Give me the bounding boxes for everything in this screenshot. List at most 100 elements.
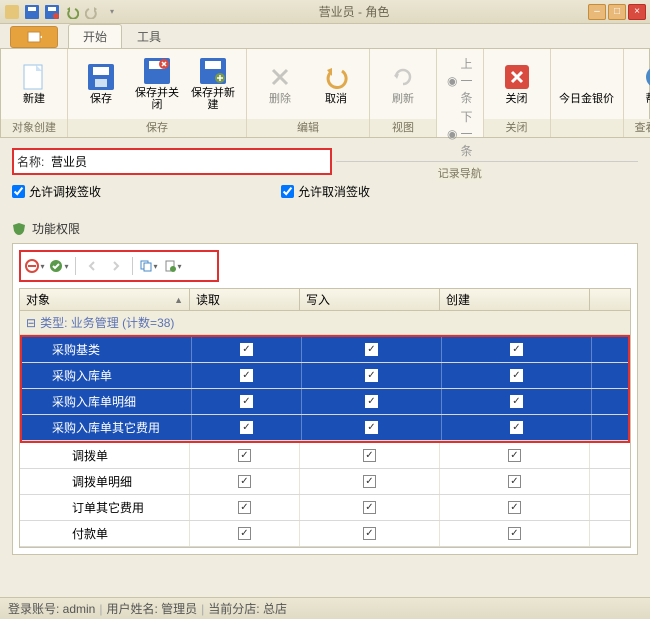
qat-dropdown-icon[interactable]: ▾ bbox=[104, 4, 120, 20]
cell-write[interactable] bbox=[302, 337, 442, 362]
checkbox-icon[interactable] bbox=[240, 369, 253, 382]
checkbox-icon[interactable] bbox=[365, 369, 378, 382]
cell-write[interactable] bbox=[300, 495, 440, 520]
group-header-row[interactable]: ⊟ 类型: 业务管理 (计数=38) bbox=[20, 311, 630, 335]
undo-icon bbox=[322, 63, 350, 91]
checkbox-icon[interactable] bbox=[510, 395, 523, 408]
allow-all-button[interactable] bbox=[48, 255, 70, 277]
save-close-button[interactable]: 保存并关闭 bbox=[130, 51, 184, 117]
checkbox-icon[interactable] bbox=[365, 343, 378, 356]
qat-saveclose-icon[interactable] bbox=[44, 4, 60, 20]
col-object[interactable]: 对象▲ bbox=[20, 289, 190, 310]
checkbox-icon[interactable] bbox=[508, 527, 521, 540]
table-row[interactable]: 采购入库单明细 bbox=[22, 389, 628, 415]
checkbox-icon[interactable] bbox=[510, 421, 523, 434]
cell-create[interactable] bbox=[442, 415, 592, 440]
group-close-label: 关闭 bbox=[484, 119, 550, 137]
checkbox-icon[interactable] bbox=[238, 449, 251, 462]
save-new-button[interactable]: 保存并新建 bbox=[186, 51, 240, 117]
status-user: 用户姓名: 管理员 bbox=[106, 600, 197, 617]
cell-read[interactable] bbox=[190, 469, 300, 494]
copy-button[interactable] bbox=[138, 255, 160, 277]
checkbox-icon[interactable] bbox=[238, 527, 251, 540]
qat-undo-icon[interactable] bbox=[64, 4, 80, 20]
delete-icon bbox=[266, 63, 294, 91]
maximize-button[interactable]: □ bbox=[608, 4, 626, 20]
cell-read[interactable] bbox=[192, 337, 302, 362]
tab-start[interactable]: 开始 bbox=[68, 24, 122, 48]
checkbox-icon[interactable] bbox=[363, 501, 376, 514]
col-create[interactable]: 创建 bbox=[440, 289, 590, 310]
allow-transfer-checkbox[interactable]: 允许调拨签收 bbox=[12, 183, 101, 200]
table-row[interactable]: 调拨单 bbox=[20, 443, 630, 469]
refresh-icon bbox=[389, 63, 417, 91]
app-menu-button[interactable] bbox=[10, 26, 58, 48]
col-write[interactable]: 写入 bbox=[300, 289, 440, 310]
cell-write[interactable] bbox=[300, 443, 440, 468]
cell-read[interactable] bbox=[192, 389, 302, 414]
cell-create[interactable] bbox=[442, 389, 592, 414]
paste-button[interactable] bbox=[162, 255, 184, 277]
cell-read[interactable] bbox=[190, 521, 300, 546]
cell-write[interactable] bbox=[302, 415, 442, 440]
cell-read[interactable] bbox=[192, 415, 302, 440]
table-row[interactable]: 调拨单明细 bbox=[20, 469, 630, 495]
title-bar: ▾ 营业员 - 角色 – □ × bbox=[0, 0, 650, 24]
cell-create[interactable] bbox=[440, 495, 590, 520]
help-icon: ? bbox=[643, 63, 650, 91]
new-button[interactable]: 新建 bbox=[7, 51, 61, 117]
close-record-button[interactable]: 关闭 bbox=[490, 51, 544, 117]
cell-write[interactable] bbox=[300, 521, 440, 546]
cell-read[interactable] bbox=[192, 363, 302, 388]
checkbox-icon[interactable] bbox=[238, 501, 251, 514]
save-close-icon bbox=[143, 57, 171, 85]
close-button[interactable]: × bbox=[628, 4, 646, 20]
grid-header: 对象▲ 读取 写入 创建 bbox=[20, 289, 630, 311]
checkbox-icon[interactable] bbox=[365, 395, 378, 408]
cell-read[interactable] bbox=[190, 443, 300, 468]
checkbox-icon[interactable] bbox=[365, 421, 378, 434]
checkbox-icon[interactable] bbox=[510, 369, 523, 382]
minimize-button[interactable]: – bbox=[588, 4, 606, 20]
checkbox-icon[interactable] bbox=[363, 527, 376, 540]
gold-price-button[interactable]: 今日金银价 bbox=[557, 51, 617, 117]
name-input[interactable] bbox=[51, 155, 327, 169]
checkbox-icon[interactable] bbox=[240, 395, 253, 408]
save-button[interactable]: 保存 bbox=[74, 51, 128, 117]
cell-read[interactable] bbox=[190, 495, 300, 520]
help-button[interactable]: ?帮助 bbox=[630, 51, 650, 117]
col-read[interactable]: 读取 bbox=[190, 289, 300, 310]
cell-write[interactable] bbox=[300, 469, 440, 494]
cancel-button[interactable]: 取消 bbox=[309, 51, 363, 117]
cell-create[interactable] bbox=[440, 469, 590, 494]
table-row[interactable]: 采购基类 bbox=[22, 337, 628, 363]
checkbox-icon[interactable] bbox=[508, 449, 521, 462]
checkbox-icon[interactable] bbox=[510, 343, 523, 356]
checkbox-icon[interactable] bbox=[238, 475, 251, 488]
table-row[interactable]: 采购入库单 bbox=[22, 363, 628, 389]
checkbox-icon[interactable] bbox=[508, 475, 521, 488]
checkbox-icon[interactable] bbox=[363, 449, 376, 462]
group-nav-label: 记录导航 bbox=[437, 165, 483, 181]
permissions-toolbar bbox=[19, 250, 219, 282]
table-row[interactable]: 采购入库单其它费用 bbox=[22, 415, 628, 441]
table-row[interactable]: 订单其它费用 bbox=[20, 495, 630, 521]
collapse-icon[interactable]: ⊟ bbox=[26, 316, 36, 330]
table-row[interactable]: 付款单 bbox=[20, 521, 630, 547]
qat-save-icon[interactable] bbox=[24, 4, 40, 20]
qat-redo-icon[interactable] bbox=[84, 4, 100, 20]
checkbox-icon[interactable] bbox=[240, 421, 253, 434]
cell-create[interactable] bbox=[442, 337, 592, 362]
deny-all-button[interactable] bbox=[24, 255, 46, 277]
cell-create[interactable] bbox=[440, 443, 590, 468]
checkbox-icon[interactable] bbox=[240, 343, 253, 356]
tab-tools[interactable]: 工具 bbox=[122, 24, 176, 48]
name-underline bbox=[336, 140, 638, 162]
allow-cancel-checkbox[interactable]: 允许取消签收 bbox=[281, 183, 370, 200]
checkbox-icon[interactable] bbox=[363, 475, 376, 488]
cell-create[interactable] bbox=[442, 363, 592, 388]
cell-write[interactable] bbox=[302, 389, 442, 414]
cell-create[interactable] bbox=[440, 521, 590, 546]
checkbox-icon[interactable] bbox=[508, 501, 521, 514]
cell-write[interactable] bbox=[302, 363, 442, 388]
